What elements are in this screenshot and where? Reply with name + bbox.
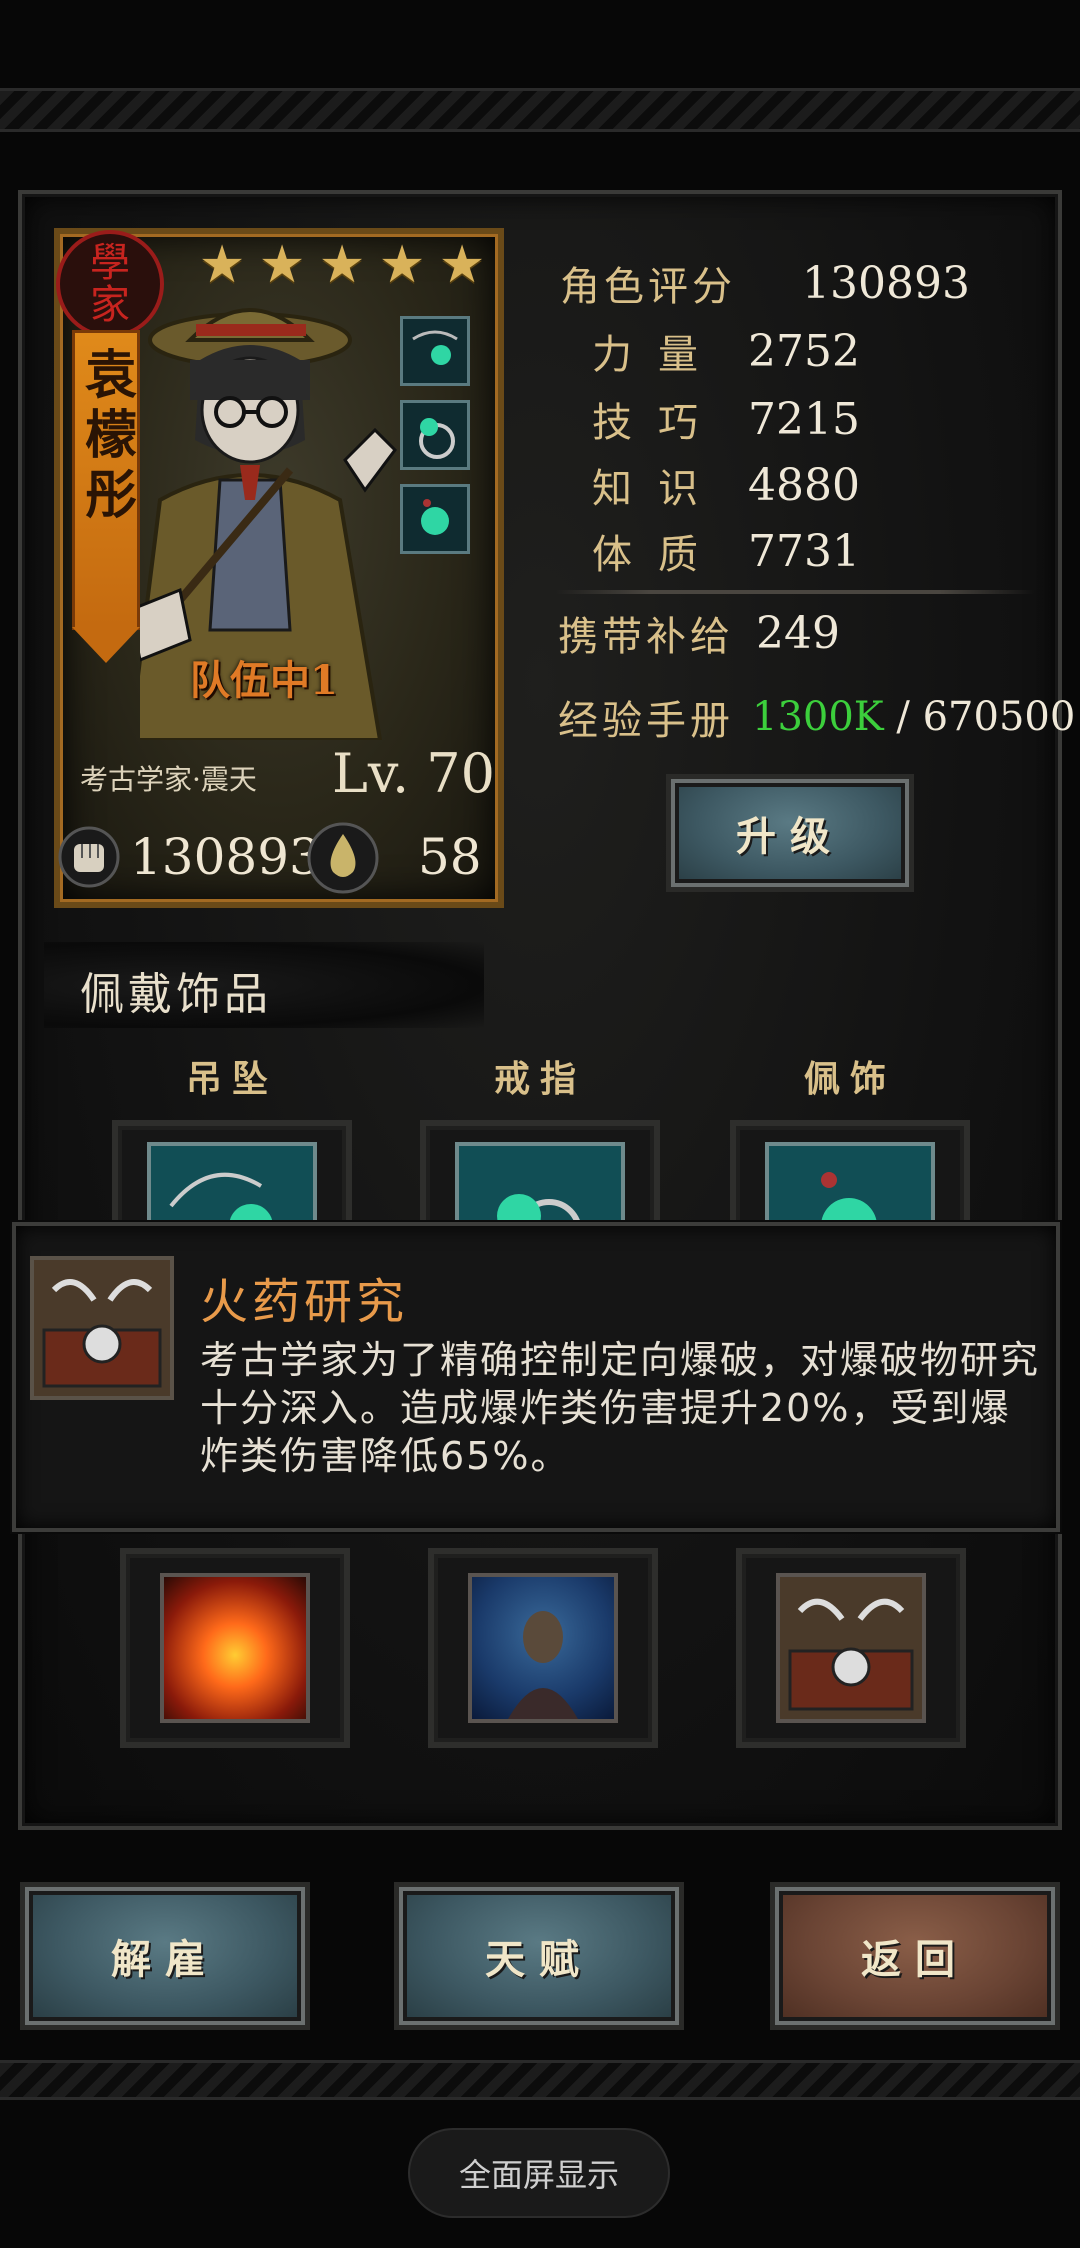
star-icon: ★ [318, 235, 366, 295]
bottom-decorative-band [0, 2060, 1080, 2100]
stat-label: 体质 [592, 532, 724, 578]
exp-required: 670500 [922, 694, 1076, 740]
charm-icon [421, 499, 449, 535]
power-value: 130893 [130, 828, 321, 886]
star-icon: ★ [438, 235, 486, 295]
exp-current: 1300K [752, 694, 884, 740]
stat-exp: 经验手册 1300K / 670500 [558, 688, 1075, 746]
accessory-title: 佩戴饰品 [80, 969, 272, 1020]
dismiss-button[interactable]: 解雇 [20, 1882, 310, 2030]
skill-slot-3[interactable] [736, 1548, 966, 1748]
name-banner: 袁檬彤 [72, 330, 140, 663]
stat-value: 7215 [748, 393, 860, 445]
stat-value: 130893 [802, 257, 970, 309]
explosives-icon [30, 1256, 174, 1400]
upgrade-button[interactable]: 升级 [666, 774, 914, 892]
equipped-pendant-slot[interactable] [400, 316, 470, 386]
stamina-value: 58 [418, 828, 482, 886]
accessory-label: 吊坠 [185, 1059, 278, 1100]
fist-icon [58, 826, 120, 888]
star-rating: ★ ★ ★ ★ ★ [195, 238, 495, 298]
drop-icon [307, 822, 379, 894]
star-icon: ★ [198, 235, 246, 295]
stat-value: 7731 [748, 525, 860, 577]
stat-value: 249 [756, 607, 840, 659]
level-label: Lv. 70 [332, 742, 496, 805]
stat-knowledge: 知识 4880 [592, 456, 860, 514]
back-button[interactable]: 返回 [770, 1882, 1060, 2030]
stat-supply: 携带补给 249 [558, 604, 840, 662]
scholar-study-icon [468, 1573, 618, 1723]
team-label: 队伍中1 [190, 657, 338, 704]
stats-divider [555, 590, 1035, 594]
stat-value: 4880 [748, 459, 860, 511]
accessory-label: 佩饰 [803, 1059, 896, 1100]
equipped-charm-slot[interactable] [400, 484, 470, 554]
explosives-icon [776, 1573, 926, 1723]
stat-score: 角色评分 130893 [560, 254, 970, 312]
pendant-icon [412, 330, 458, 365]
accessory-label: 戒指 [493, 1059, 586, 1100]
seal-char-1: 學 [90, 240, 130, 286]
fire-explosion-icon [160, 1573, 310, 1723]
skill-slot-2[interactable] [428, 1548, 658, 1748]
stat-label: 技巧 [592, 400, 724, 446]
stat-label: 知识 [592, 466, 724, 512]
seal-char-2: 家 [90, 282, 130, 328]
stat-label: 角色评分 [560, 264, 736, 310]
talent-button[interactable]: 天赋 [394, 1882, 684, 2030]
skill-slot-1[interactable] [120, 1548, 350, 1748]
tooltip-description: 考古学家为了精确控制定向爆破，对爆破物研究十分深入。造成爆炸类伤害提升20%，受… [200, 1338, 1041, 1478]
stat-constitution: 体质 7731 [592, 522, 860, 580]
character-name: 袁檬彤 [75, 347, 137, 527]
tooltip-title: 火药研究 [200, 1274, 409, 1330]
stat-label: 携带补给 [558, 614, 734, 660]
stat-value: 2752 [748, 325, 860, 377]
stat-strength: 力量 2752 [592, 322, 860, 380]
top-decorative-band [0, 88, 1080, 132]
stat-label: 经验手册 [558, 698, 734, 744]
star-icon: ★ [258, 235, 306, 295]
class-label: 考古学家·震天 [80, 763, 257, 796]
equipped-ring-slot[interactable] [400, 400, 470, 470]
ring-icon [419, 418, 455, 459]
exp-separator: / [883, 694, 923, 740]
stat-label: 力量 [592, 332, 724, 378]
fullscreen-display-button[interactable]: 全面屏显示 [408, 2128, 670, 2218]
stat-skill: 技巧 7215 [592, 390, 860, 448]
star-icon: ★ [378, 235, 426, 295]
